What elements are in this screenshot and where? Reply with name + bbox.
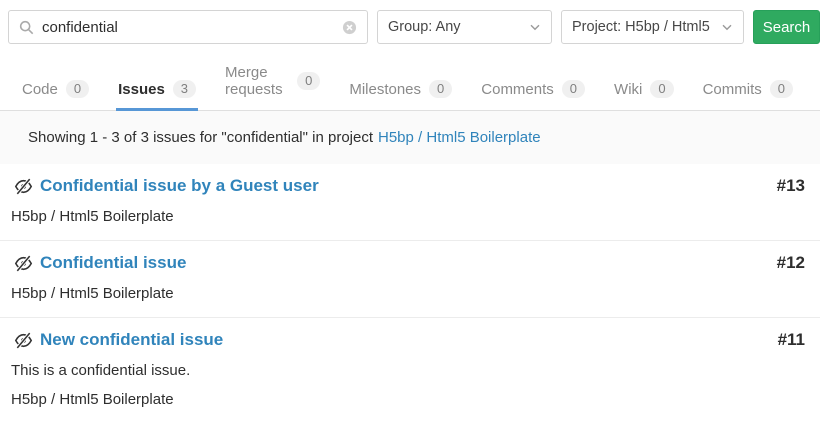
tab-label: Code bbox=[22, 81, 58, 98]
search-category-tabs: Code 0 Issues 3 Merge requests 0 Milesto… bbox=[0, 55, 820, 111]
group-filter-dropdown[interactable]: Group: Any bbox=[377, 10, 552, 44]
tab-label: Merge requests bbox=[225, 64, 289, 98]
group-filter-value: Group: Any bbox=[388, 19, 461, 35]
clear-search-icon[interactable] bbox=[342, 20, 357, 35]
tab-merge-requests[interactable]: Merge requests 0 bbox=[223, 55, 322, 111]
results-list: Confidential issue by a Guest user #13 H… bbox=[0, 164, 820, 423]
results-summary-text: Showing 1 - 3 of 3 issues for "confident… bbox=[28, 129, 373, 146]
tab-count-badge: 0 bbox=[770, 80, 793, 98]
issue-description: This is a confidential issue. bbox=[11, 362, 805, 379]
tab-issues[interactable]: Issues 3 bbox=[116, 71, 198, 111]
project-filter-dropdown[interactable]: Project: H5bp / Html5 ... bbox=[561, 10, 744, 44]
eye-slash-icon bbox=[14, 332, 33, 349]
issue-project-name: H5bp / Html5 Boilerplate bbox=[11, 285, 805, 302]
search-box[interactable] bbox=[8, 10, 368, 44]
tab-label: Comments bbox=[481, 81, 554, 98]
search-icon bbox=[19, 20, 34, 35]
issue-title-link[interactable]: Confidential issue bbox=[40, 253, 777, 273]
tab-count-badge: 0 bbox=[562, 80, 585, 98]
issue-title-link[interactable]: New confidential issue bbox=[40, 330, 778, 350]
tab-code[interactable]: Code 0 bbox=[20, 71, 91, 111]
tab-label: Milestones bbox=[349, 81, 421, 98]
eye-slash-icon bbox=[14, 255, 33, 272]
issue-id: #11 bbox=[778, 330, 805, 350]
tab-wiki[interactable]: Wiki 0 bbox=[612, 71, 676, 111]
tab-count-badge: 0 bbox=[66, 80, 89, 98]
search-input[interactable] bbox=[42, 19, 342, 36]
results-summary: Showing 1 - 3 of 3 issues for "confident… bbox=[0, 111, 820, 164]
tab-label: Wiki bbox=[614, 81, 642, 98]
issue-id: #12 bbox=[777, 253, 805, 273]
tab-count-badge: 0 bbox=[429, 80, 452, 98]
tab-count-badge: 0 bbox=[297, 72, 320, 90]
tab-label: Commits bbox=[703, 81, 762, 98]
issue-project-name: H5bp / Html5 Boilerplate bbox=[11, 391, 805, 408]
tab-count-badge: 3 bbox=[173, 80, 196, 98]
tab-commits[interactable]: Commits 0 bbox=[701, 71, 795, 111]
search-results-page: Group: Any Project: H5bp / Html5 ... Sea… bbox=[0, 0, 820, 423]
tab-milestones[interactable]: Milestones 0 bbox=[347, 71, 454, 111]
issue-id: #13 bbox=[777, 176, 805, 196]
search-result-issue: New confidential issue #11 This is a con… bbox=[0, 318, 820, 423]
chevron-down-icon bbox=[529, 21, 541, 33]
issue-title-link[interactable]: Confidential issue by a Guest user bbox=[40, 176, 777, 196]
eye-slash-icon bbox=[14, 178, 33, 195]
issue-project-name: H5bp / Html5 Boilerplate bbox=[11, 208, 805, 225]
tab-comments[interactable]: Comments 0 bbox=[479, 71, 587, 111]
filter-bar: Group: Any Project: H5bp / Html5 ... Sea… bbox=[0, 0, 820, 44]
tab-count-badge: 0 bbox=[650, 80, 673, 98]
search-result-issue: Confidential issue #12 H5bp / Html5 Boil… bbox=[0, 241, 820, 318]
project-link[interactable]: H5bp / Html5 Boilerplate bbox=[378, 129, 541, 146]
project-filter-value: Project: H5bp / Html5 ... bbox=[572, 19, 715, 35]
chevron-down-icon bbox=[721, 21, 733, 33]
tab-label: Issues bbox=[118, 81, 165, 98]
search-button[interactable]: Search bbox=[753, 10, 820, 44]
search-result-issue: Confidential issue by a Guest user #13 H… bbox=[0, 164, 820, 241]
